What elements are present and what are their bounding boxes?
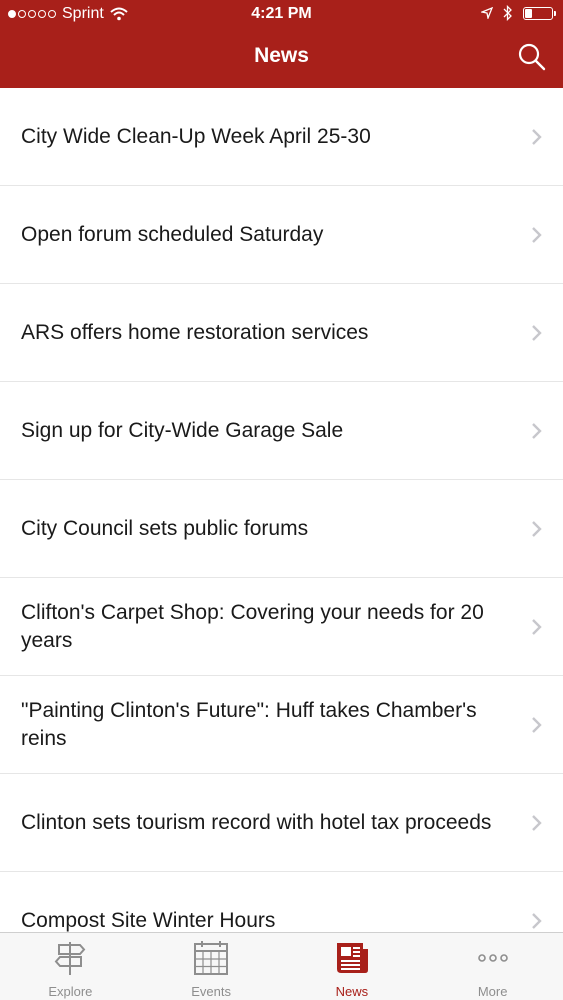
chevron-right-icon (532, 618, 542, 635)
location-icon (481, 7, 493, 19)
news-item-title: Open forum scheduled Saturday (21, 222, 324, 246)
chevron-right-icon (532, 912, 542, 929)
news-list-item[interactable]: Sign up for City-Wide Garage Sale (0, 382, 563, 480)
status-right (481, 5, 556, 21)
news-item-title: ARS offers home restoration services (21, 320, 369, 344)
chevron-right-icon (532, 324, 542, 341)
chevron-right-icon (532, 520, 542, 537)
chevron-right-icon (532, 128, 542, 145)
page-title: News (254, 44, 309, 67)
tab-label: Events (191, 984, 231, 999)
search-icon[interactable] (517, 42, 547, 72)
news-list-item[interactable]: Open forum scheduled Saturday (0, 186, 563, 284)
battery-icon (523, 6, 556, 20)
header: Sprint 4:21 PM News (0, 0, 563, 88)
news-list-item[interactable]: ARS offers home restoration services (0, 284, 563, 382)
news-item-title: Clifton's Carpet Shop: Covering your nee… (21, 600, 484, 652)
news-item-title: "Painting Clinton's Future": Huff takes … (21, 698, 477, 750)
chevron-right-icon (532, 226, 542, 243)
news-list-item[interactable]: "Painting Clinton's Future": Huff takes … (0, 676, 563, 774)
tab-bar: Explore Events News More (0, 932, 563, 1000)
bluetooth-icon (503, 5, 512, 21)
tab-explore[interactable]: Explore (0, 933, 141, 1000)
tab-events[interactable]: Events (141, 933, 282, 1000)
news-list-item[interactable]: Clifton's Carpet Shop: Covering your nee… (0, 578, 563, 676)
more-dots-icon (477, 954, 508, 962)
news-list-item[interactable]: City Wide Clean-Up Week April 25-30 (0, 88, 563, 186)
news-list-item[interactable]: City Council sets public forums (0, 480, 563, 578)
newspaper-icon (336, 943, 368, 973)
tab-label: Explore (48, 984, 93, 999)
news-list-item[interactable]: Clinton sets tourism record with hotel t… (0, 774, 563, 872)
chevron-right-icon (532, 814, 542, 831)
signpost-icon (55, 942, 86, 975)
tab-more[interactable]: More (422, 933, 563, 1000)
news-item-title: Clinton sets tourism record with hotel t… (21, 810, 492, 834)
news-list: City Wide Clean-Up Week April 25-30 Open… (0, 88, 563, 970)
news-screen: Sprint 4:21 PM News City Wide Clean-Up W… (0, 0, 563, 1000)
chevron-right-icon (532, 422, 542, 439)
news-item-title: City Wide Clean-Up Week April 25-30 (21, 124, 371, 148)
status-time: 4:21 PM (251, 5, 312, 22)
calendar-icon (194, 941, 229, 975)
tab-label: More (477, 984, 508, 999)
chevron-right-icon (532, 716, 542, 733)
news-item-title: Sign up for City-Wide Garage Sale (21, 418, 344, 442)
status-bar: Sprint 4:21 PM (0, 0, 563, 30)
tab-news[interactable]: News (282, 933, 423, 1000)
news-item-title: City Council sets public forums (21, 516, 309, 540)
tab-label: News (335, 984, 369, 999)
news-item-title: Compost Site Winter Hours (21, 908, 276, 932)
